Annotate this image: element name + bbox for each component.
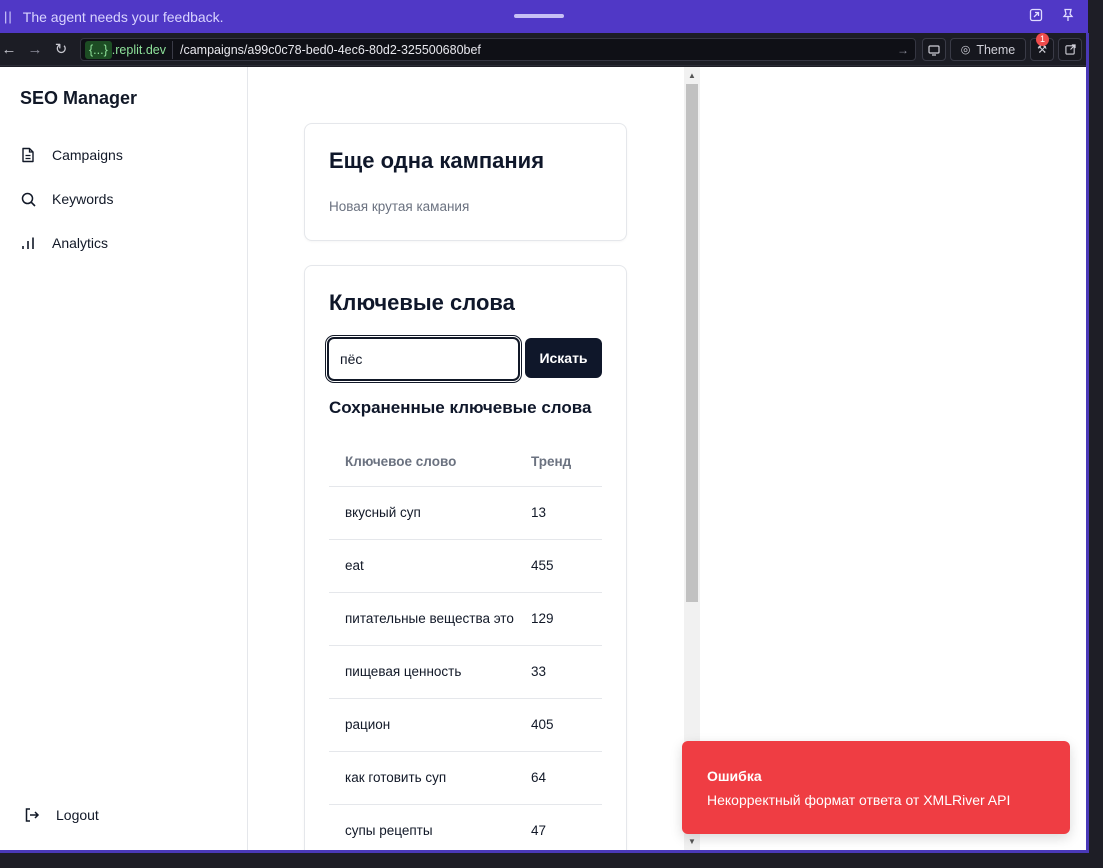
theme-label: Theme	[976, 42, 1016, 57]
monitor-icon	[928, 44, 940, 56]
back-icon[interactable]: ←	[0, 41, 22, 58]
open-external-icon[interactable]	[1028, 8, 1044, 24]
reload-icon[interactable]: ↻	[48, 40, 74, 58]
keyword-cell: пищевая ценность	[329, 645, 531, 699]
url-bar: ← → ↻ {...} .replit.dev /campaigns/a99c0…	[0, 33, 1088, 66]
trend-cell: 47	[531, 804, 602, 850]
trend-cell: 405	[531, 698, 602, 752]
forward-icon[interactable]: →	[22, 41, 48, 58]
theme-button[interactable]: ◎ Theme	[950, 38, 1026, 61]
table-row: супы рецепты 47	[329, 804, 602, 850]
host-braces: {...}	[85, 40, 112, 59]
table-row: как готовить суп 64	[329, 751, 602, 805]
url-path: /campaigns/a99c0c78-bed0-4ec6-80d2-32550…	[179, 42, 481, 57]
banner-message: The agent needs your feedback.	[22, 8, 224, 25]
keyword-cell: рацион	[329, 698, 531, 752]
search-icon	[20, 191, 36, 207]
address-field[interactable]: {...} .replit.dev /campaigns/a99c0c78-be…	[80, 38, 916, 61]
logout-icon	[24, 807, 40, 823]
campaign-card: Еще одна кампания Новая крутая камания	[304, 123, 627, 241]
browser-frame: || The agent needs your feedback. ← → ↻ …	[0, 0, 1103, 868]
column-header-trend: Тренд	[531, 438, 602, 487]
drag-handle[interactable]	[514, 14, 564, 18]
devtools-button[interactable]: ⚒ 1	[1030, 33, 1054, 61]
host-name: .replit.dev	[111, 42, 166, 57]
scroll-up-icon[interactable]: ▲	[688, 71, 696, 80]
external-link-icon	[1064, 44, 1076, 55]
toast-title: Ошибка	[707, 768, 762, 784]
error-toast[interactable]: Ошибка Некорректный формат ответа от XML…	[682, 741, 1070, 834]
column-header-keyword: Ключевое слово	[329, 438, 531, 487]
saved-keywords-title: Сохраненные ключевые слова	[329, 398, 592, 417]
sidebar-item-analytics[interactable]: Analytics	[20, 231, 108, 255]
pause-icon[interactable]: ||	[4, 9, 13, 24]
keyword-cell: eat	[329, 539, 531, 593]
keyword-cell: как готовить суп	[329, 751, 531, 805]
scrollbar-thumb[interactable]	[686, 84, 698, 602]
agent-feedback-banner: || The agent needs your feedback.	[0, 0, 1088, 33]
main-content: Еще одна кампания Новая крутая камания К…	[249, 67, 684, 850]
search-button[interactable]: Искать	[525, 338, 602, 378]
logout-button[interactable]: Logout	[24, 803, 99, 827]
table-row: рацион 405	[329, 698, 602, 752]
trend-cell: 13	[531, 486, 602, 540]
table-row: eat 455	[329, 539, 602, 593]
keyword-search-input[interactable]	[327, 337, 520, 381]
keyword-cell: супы рецепты	[329, 804, 531, 850]
table-header-row: Ключевое слово Тренд	[329, 438, 602, 487]
vertical-scrollbar[interactable]: ▲ ▼	[684, 67, 700, 850]
toast-message: Некорректный формат ответа от XMLRiver A…	[707, 792, 1011, 808]
file-icon	[20, 147, 36, 163]
campaign-description: Новая крутая камания	[329, 199, 470, 214]
sidebar-item-label: Analytics	[52, 235, 109, 251]
campaign-title: Еще одна кампания	[329, 148, 545, 173]
new-tab-button[interactable]	[1058, 38, 1082, 61]
keyword-cell: питательные вещества это	[329, 592, 531, 646]
logout-label: Logout	[56, 807, 99, 823]
sidebar-item-campaigns[interactable]: Campaigns	[20, 143, 123, 167]
trend-cell: 64	[531, 751, 602, 805]
scroll-down-icon[interactable]: ▼	[688, 837, 696, 846]
keywords-table: Ключевое слово Тренд вкусный суп 13 eat 45…	[329, 438, 602, 850]
keyword-cell: вкусный суп	[329, 486, 531, 540]
table-row: вкусный суп 13	[329, 486, 602, 540]
bar-chart-icon	[20, 235, 36, 251]
frame-border-right	[1086, 33, 1089, 853]
keywords-card: Ключевые слова Искать Сохраненные ключев…	[304, 265, 627, 850]
trend-cell: 455	[531, 539, 602, 593]
sidebar-item-label: Keywords	[52, 191, 114, 207]
trend-cell: 129	[531, 592, 602, 646]
pin-icon[interactable]	[1060, 8, 1076, 24]
palette-icon: ◎	[960, 44, 971, 56]
notification-badge: 1	[1036, 33, 1049, 46]
sidebar-item-label: Campaigns	[52, 147, 123, 163]
table-row: питательные вещества это 129	[329, 592, 602, 646]
device-preview-button[interactable]	[922, 38, 946, 61]
app-brand: SEO Manager	[20, 88, 138, 108]
trend-cell: 33	[531, 645, 602, 699]
address-divider	[171, 40, 173, 59]
frame-border-bottom	[0, 850, 1089, 853]
sidebar-item-keywords[interactable]: Keywords	[20, 187, 113, 211]
sidebar: SEO Manager Campaigns Keywords Analytics	[0, 67, 248, 850]
table-row: пищевая ценность 33	[329, 645, 602, 699]
go-arrow-icon[interactable]: →	[897, 43, 909, 57]
app-viewport: SEO Manager Campaigns Keywords Analytics	[0, 67, 1086, 850]
keywords-title: Ключевые слова	[329, 290, 515, 315]
